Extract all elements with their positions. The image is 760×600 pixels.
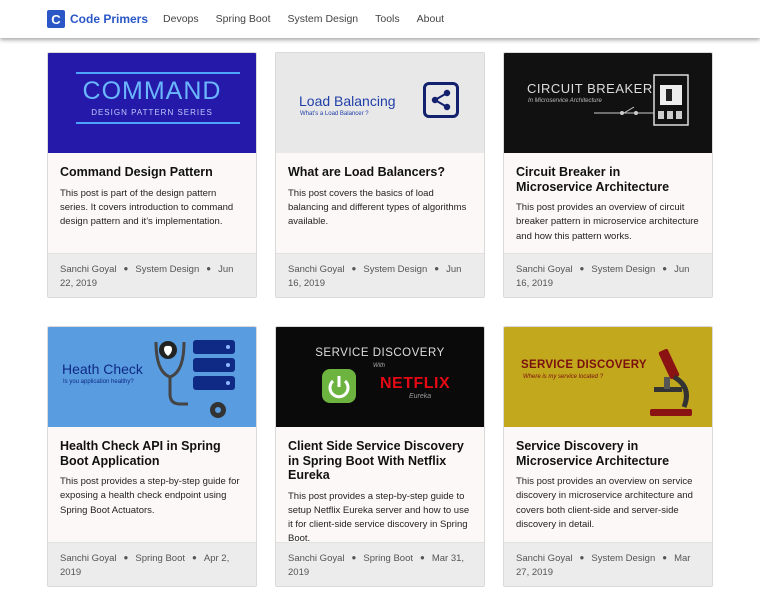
post-title[interactable]: What are Load Balancers? (288, 165, 472, 180)
post-description: This post is part of the design pattern … (60, 187, 234, 228)
bullet-icon: ● (351, 264, 357, 273)
stethoscope-server-icon (154, 340, 235, 418)
post-description: This post provides a step-by-step guide … (60, 476, 240, 516)
post-description: This post provides a step-by-step guide … (288, 490, 470, 545)
post-author: Sanchi Goyal (60, 264, 117, 275)
post-meta: Sanchi Goyal ● Spring Boot ● Apr 2, 2019 (48, 542, 256, 586)
post-author: Sanchi Goyal (60, 553, 117, 564)
bullet-icon: ● (351, 553, 357, 562)
post-title[interactable]: Client Side Service Discovery in Spring … (288, 439, 472, 483)
divider (76, 122, 240, 124)
bullet-icon: ● (123, 553, 129, 562)
post-card[interactable]: Heath Check Is you application healthy? … (47, 326, 257, 587)
post-category[interactable]: System Design (363, 264, 427, 275)
bullet-icon: ● (579, 264, 585, 273)
thumbnail-subtitle: DESIGN PATTERN SERIES (91, 108, 213, 117)
post-author: Sanchi Goyal (516, 264, 573, 275)
post-thumbnail[interactable]: COMMAND DESIGN PATTERN SERIES (48, 53, 256, 153)
post-category[interactable]: Spring Boot (135, 553, 185, 564)
post-category[interactable]: System Design (135, 264, 199, 275)
thumbnail-brand: NETFLIX (380, 375, 451, 392)
thumbnail-with: With (373, 363, 385, 369)
post-category[interactable]: System Design (591, 553, 655, 564)
post-card[interactable]: COMMAND DESIGN PATTERN SERIES Command De… (47, 52, 257, 298)
nav-about[interactable]: About (417, 13, 444, 25)
post-title[interactable]: Circuit Breaker in Microservice Architec… (516, 165, 700, 194)
thumbnail-subtitle: Where is my service located ? (523, 374, 604, 380)
main-nav: Devops Spring Boot System Design Tools A… (163, 13, 461, 25)
post-card[interactable]: CIRCUIT BREAKER In Microservice Architec… (503, 52, 713, 298)
post-card[interactable]: SERVICE DISCOVERY With NETFLIX Eureka Cl… (275, 326, 485, 587)
thumbnail-subtitle: What’s a Load Balancer ? (300, 111, 369, 117)
post-card[interactable]: SERVICE DISCOVERY Where is my service lo… (503, 326, 713, 587)
bullet-icon: ● (662, 264, 668, 273)
brand-logo-icon: C (47, 10, 65, 28)
post-meta: Sanchi Goyal ● System Design ● Jun 16, 2019 (504, 253, 712, 297)
post-author: Sanchi Goyal (516, 553, 573, 564)
brand-name: Code Primers (70, 12, 149, 26)
post-description: This post provides an overview of circui… (516, 202, 699, 242)
post-title[interactable]: Command Design Pattern (60, 165, 244, 180)
post-author: Sanchi Goyal (288, 264, 345, 275)
thumbnail-subtitle: Eureka (409, 393, 432, 400)
bullet-icon: ● (123, 264, 129, 273)
post-thumbnail[interactable]: CIRCUIT BREAKER In Microservice Architec… (504, 53, 712, 153)
thumbnail-title: SERVICE DISCOVERY (521, 359, 647, 371)
bullet-icon: ● (662, 553, 668, 562)
post-card[interactable]: Load Balancing What’s a Load Balancer ? … (275, 52, 485, 298)
post-meta: Sanchi Goyal ● System Design ● Jun 22, 2019 (48, 253, 256, 297)
post-description: This post provides an overview on servic… (516, 476, 693, 530)
thumbnail-subtitle: Is you application healthy? (63, 379, 134, 385)
microscope-icon (650, 348, 692, 416)
post-description: This post covers the basics of load bala… (288, 187, 467, 228)
post-author: Sanchi Goyal (288, 553, 345, 564)
divider (76, 72, 240, 74)
card-body: Health Check API in Spring Boot Applicat… (48, 427, 256, 518)
bullet-icon: ● (579, 553, 585, 562)
bullet-icon: ● (434, 264, 440, 273)
spring-power-icon (322, 369, 356, 403)
thumbnail-title: COMMAND (82, 77, 222, 105)
card-body: What are Load Balancers? This post cover… (276, 153, 484, 229)
bullet-icon: ● (420, 553, 425, 562)
bullet-icon: ● (192, 553, 197, 562)
post-thumbnail[interactable]: SERVICE DISCOVERY With NETFLIX Eureka (276, 327, 484, 427)
top-navbar: C Code Primers Devops Spring Boot System… (0, 0, 760, 38)
post-title[interactable]: Service Discovery in Microservice Archit… (516, 439, 700, 468)
post-meta: Sanchi Goyal ● System Design ● Jun 16, 2019 (276, 253, 484, 297)
brand-link[interactable]: C Code Primers (47, 10, 148, 28)
nav-spring-boot[interactable]: Spring Boot (216, 13, 271, 25)
bullet-icon: ● (206, 264, 212, 273)
card-body: Command Design Pattern This post is part… (48, 153, 256, 229)
nav-devops[interactable]: Devops (163, 13, 199, 25)
card-body: Client Side Service Discovery in Spring … (276, 427, 484, 547)
thumbnail-subtitle: In Microservice Architecture (528, 98, 602, 104)
card-body: Service Discovery in Microservice Archit… (504, 427, 712, 532)
post-thumbnail[interactable]: SERVICE DISCOVERY Where is my service lo… (504, 327, 712, 427)
post-meta: Sanchi Goyal ● System Design ● Mar 27, 2019 (504, 542, 712, 586)
nav-system-design[interactable]: System Design (288, 13, 359, 25)
post-category[interactable]: System Design (591, 264, 655, 275)
breaker-icon (594, 74, 689, 126)
post-thumbnail[interactable]: Load Balancing What’s a Load Balancer ? (276, 53, 484, 153)
post-title[interactable]: Health Check API in Spring Boot Applicat… (60, 439, 244, 468)
post-category[interactable]: Spring Boot (363, 553, 413, 564)
share-icon (423, 82, 459, 118)
nav-tools[interactable]: Tools (375, 13, 400, 25)
thumbnail-title: Heath Check (62, 361, 143, 377)
post-thumbnail[interactable]: Heath Check Is you application healthy? (48, 327, 256, 427)
thumbnail-title: SERVICE DISCOVERY (315, 347, 445, 359)
card-body: Circuit Breaker in Microservice Architec… (504, 153, 712, 244)
thumbnail-title: Load Balancing (299, 93, 396, 109)
post-meta: Sanchi Goyal ● Spring Boot ● Mar 31, 2019 (276, 542, 484, 586)
